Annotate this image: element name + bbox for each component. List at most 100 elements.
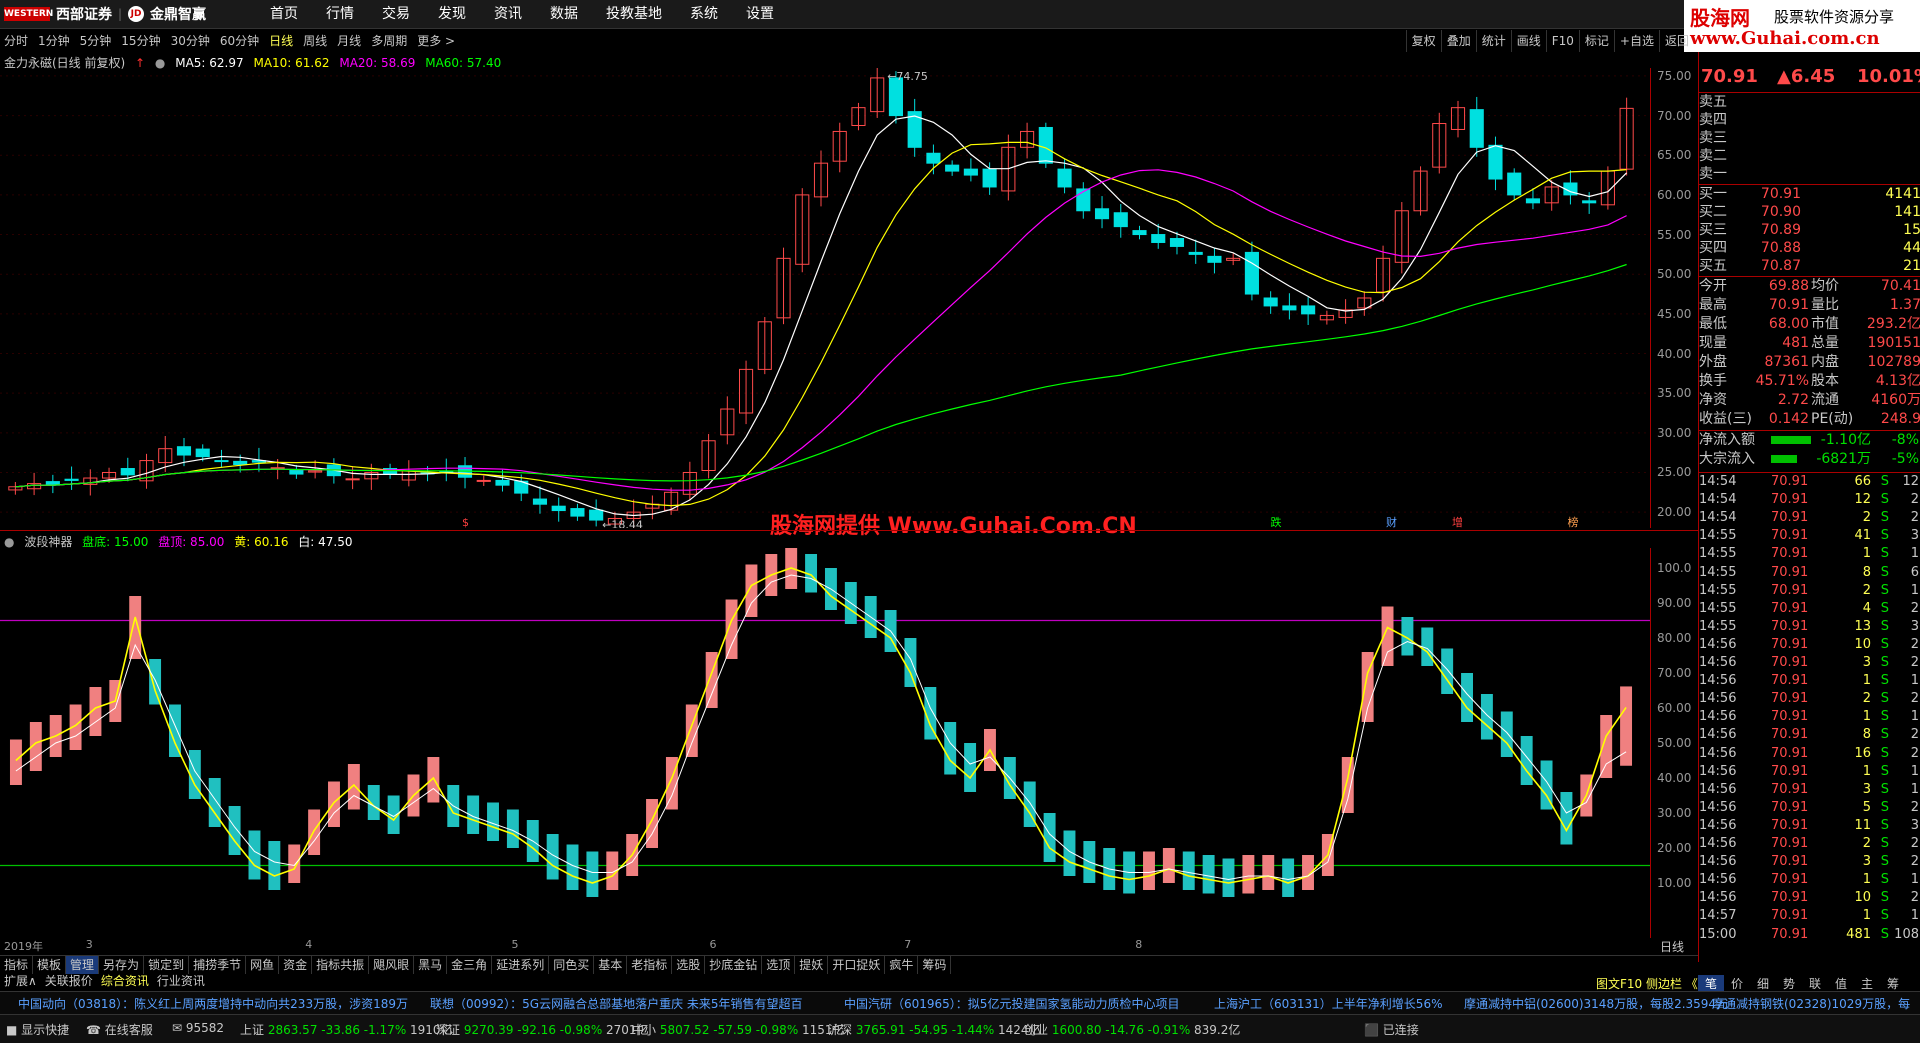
event-marker[interactable]: 跌 [1271, 515, 1282, 528]
tool-button-7[interactable]: 返回 [1658, 30, 1694, 52]
indicator-tab-8[interactable]: 指标共振 [312, 956, 370, 974]
info-tab-0[interactable]: 扩展∧ [0, 973, 41, 989]
tool-button-6[interactable]: +自选 [1613, 30, 1659, 52]
event-marker[interactable]: $ [462, 516, 469, 528]
tool-button-2[interactable]: 统计 [1475, 30, 1511, 52]
period-tab-5[interactable]: 60分钟 [220, 30, 259, 52]
event-marker[interactable]: 增 [1452, 515, 1463, 528]
menu-item-8[interactable]: 设置 [746, 0, 774, 28]
indicator-tab-9[interactable]: 飓风眼 [369, 956, 415, 974]
period-tab-6[interactable]: 日线 [269, 30, 293, 52]
tool-button-4[interactable]: F10 [1545, 30, 1579, 52]
news-item[interactable]: 摩通减持中铝(02600)3148万股，每股2.3594元 [1464, 995, 1728, 1012]
news-item[interactable]: 联想（00992）：5G云网融合总部基地落户重庆 未来5年销售有望超百 [430, 995, 803, 1012]
quote-tab-7[interactable]: 筹 [1880, 975, 1906, 992]
flow-label: 大宗流入 [1699, 451, 1755, 467]
event-marker[interactable]: 榜 [1568, 515, 1579, 528]
quote-tab-2[interactable]: 细 [1750, 975, 1776, 992]
tick-volume: 1 [1862, 546, 1871, 562]
candle [1600, 166, 1615, 210]
menu-item-6[interactable]: 投教基地 [606, 0, 662, 28]
indicator-tab-20[interactable]: 开口捉妖 [828, 956, 886, 974]
quote-tab-3[interactable]: 势 [1776, 975, 1802, 992]
indicator-tab-6[interactable]: 网鱼 [246, 956, 280, 974]
service-button[interactable]: ☎ 在线客服 [86, 1021, 153, 1038]
tick-count: 2 [1910, 600, 1919, 616]
period-tab-1[interactable]: 1分钟 [38, 30, 70, 52]
news-item[interactable]: 摩通减持钢铁(02328)1029万股，每 [1712, 995, 1910, 1012]
period-tab-4[interactable]: 30分钟 [171, 30, 210, 52]
settings-icon[interactable]: ● [4, 535, 14, 549]
tick-volume: 8 [1862, 727, 1871, 743]
indicator-tab-7[interactable]: 资金 [279, 956, 313, 974]
menu-item-5[interactable]: 数据 [550, 0, 578, 28]
oscillator-chart[interactable] [0, 548, 1650, 938]
indicator-tab-11[interactable]: 金三角 [447, 956, 493, 974]
period-tab-2[interactable]: 5分钟 [80, 30, 112, 52]
news-item[interactable]: 上海沪工（603131）上半年净利增长56% [1214, 995, 1442, 1012]
indicator-tab-4[interactable]: 锁定到 [144, 956, 190, 974]
index-quote[interactable]: 上证 2863.57 -33.86 -1.17% 1910亿 [240, 1021, 453, 1038]
menu-item-3[interactable]: 发现 [438, 0, 466, 28]
menu-item-7[interactable]: 系统 [690, 0, 718, 28]
indicator-tab-16[interactable]: 选股 [672, 956, 706, 974]
period-tab-3[interactable]: 15分钟 [121, 30, 160, 52]
indicator-tab-18[interactable]: 选顶 [762, 956, 796, 974]
menu-item-0[interactable]: 首页 [270, 0, 298, 28]
indicator-tab-3[interactable]: 另存为 [99, 956, 145, 974]
tool-button-3[interactable]: 画线 [1510, 30, 1546, 52]
indicator-tab-0[interactable]: 指标 [0, 956, 34, 974]
index-quote[interactable]: 中小 5807.52 -57.59 -0.98% 1151亿 [632, 1021, 845, 1038]
period-tab-8[interactable]: 月线 [337, 30, 361, 52]
period-tab-7[interactable]: 周线 [303, 30, 327, 52]
indicator-tab-22[interactable]: 筹码 [918, 956, 952, 974]
quote-tab-6[interactable]: 主 [1854, 975, 1880, 992]
index-quote[interactable]: 创业 1600.80 -14.76 -0.91% 839.2亿 [1024, 1021, 1240, 1038]
low-label: ←18.44 [602, 519, 643, 528]
info-tab-2[interactable]: 综合资讯 [97, 973, 153, 989]
info-tab-1[interactable]: 关联报价 [41, 973, 97, 989]
index-quote[interactable]: 深证 9270.39 -92.16 -0.98% 2701亿 [436, 1021, 649, 1038]
indicator-tab-15[interactable]: 老指标 [627, 956, 673, 974]
news-item[interactable]: 中国动向（03818）：陈义红上周两度增持中动向共233万股，涉资189万 [18, 995, 408, 1012]
news-item[interactable]: 中国汽研（601965）：拟5亿元投建国家氢能动力质检中心项目 [844, 995, 1179, 1012]
menu-item-4[interactable]: 资讯 [494, 0, 522, 28]
indicator-tab-12[interactable]: 延进系列 [492, 956, 550, 974]
tool-button-0[interactable]: 复权 [1405, 30, 1441, 52]
indicator-tab-19[interactable]: 提妖 [795, 956, 829, 974]
indicator-tab-14[interactable]: 基本 [594, 956, 628, 974]
stat-row: 现量 481 总量 190151 [1699, 334, 1920, 352]
menu-item-2[interactable]: 交易 [382, 0, 410, 28]
indicator-tab-17[interactable]: 抄底金钻 [705, 956, 763, 974]
event-marker[interactable]: 财 [1386, 515, 1397, 528]
book-row: 买一 70.91 4141 [1699, 185, 1920, 203]
tick-volume: 8 [1862, 564, 1871, 580]
quote-tab-1[interactable]: 价 [1724, 975, 1750, 992]
index-quote[interactable]: 沪深 3765.91 -54.95 -1.44% 1424亿 [828, 1021, 1041, 1038]
info-tab-3[interactable]: 行业资讯 [153, 973, 209, 989]
tick-volume: 13 [1854, 618, 1871, 634]
indicator-tab-13[interactable]: 同色买 [549, 956, 595, 974]
period-tab-9[interactable]: 多周期 [371, 30, 407, 52]
indicator-tab-2[interactable]: 管理 [66, 956, 100, 974]
stat-value: 4160万 [1871, 392, 1920, 408]
tool-button-1[interactable]: 叠加 [1440, 30, 1476, 52]
indicator-tab-1[interactable]: 模板 [33, 956, 67, 974]
period-tab-0[interactable]: 分时 [4, 30, 28, 52]
stat-value: 68.00 [1768, 316, 1809, 332]
tick-row: 14:56 70.91 1 S 1 [1699, 672, 1920, 690]
tick-volume: 41 [1854, 528, 1871, 544]
indicator-tab-5[interactable]: 捕捞季节 [189, 956, 247, 974]
stat-value: 0.142 [1768, 411, 1809, 427]
quote-tab-0[interactable]: 笔 [1698, 975, 1724, 992]
candlestick-chart[interactable]: ←74.75 ←18.44 $ 跌 财 增 榜 [0, 68, 1650, 528]
quick-toggle[interactable]: ■ 显示快捷 [6, 1021, 69, 1038]
tool-button-5[interactable]: 标记 [1578, 30, 1614, 52]
sidebar-toggle[interactable]: 图文F10 侧边栏 《 [1596, 975, 1698, 992]
menu-item-1[interactable]: 行情 [326, 0, 354, 28]
indicator-tab-10[interactable]: 黑马 [414, 956, 448, 974]
period-tab-10[interactable]: 更多 > [417, 30, 455, 52]
indicator-tab-21[interactable]: 疯牛 [885, 956, 919, 974]
quote-tab-5[interactable]: 值 [1828, 975, 1854, 992]
quote-tab-4[interactable]: 联 [1802, 975, 1828, 992]
